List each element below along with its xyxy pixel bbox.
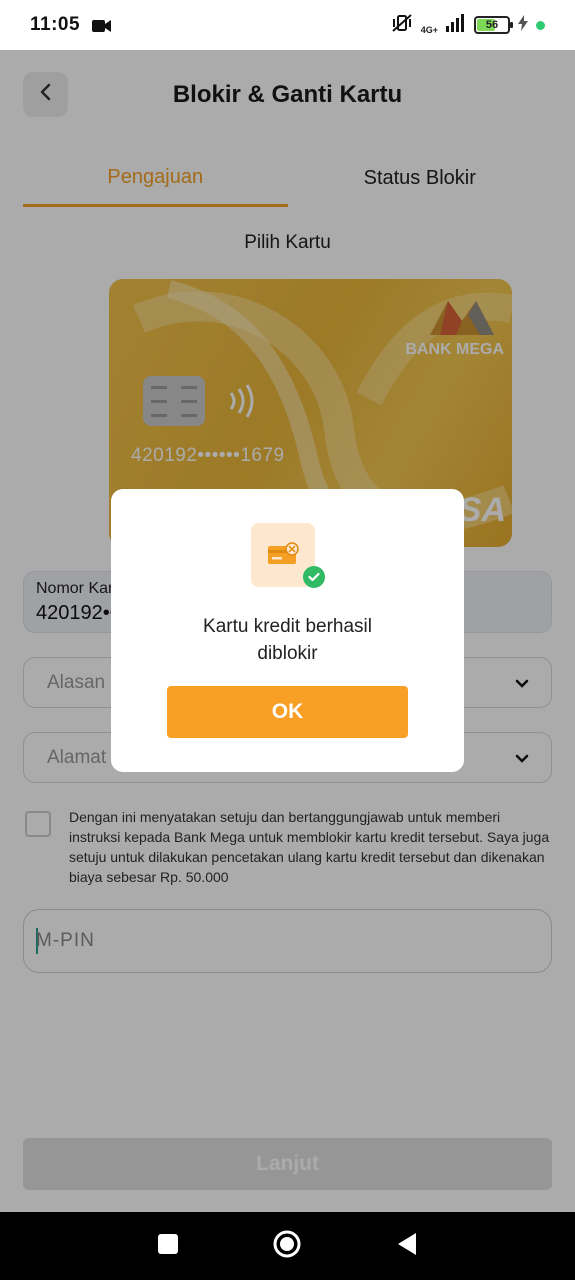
back-nav-button[interactable] [396,1232,418,1261]
recent-apps-button[interactable] [157,1233,179,1260]
ok-button[interactable]: OK [167,686,408,738]
battery-level: 56 [485,19,499,31]
signal-icon [446,13,466,37]
video-camera-icon [92,19,112,32]
battery-icon: 56 [474,16,513,34]
system-nav-bar [0,1212,575,1280]
mute-vibrate-icon [391,13,413,38]
success-dialog: Kartu kredit berhasil diblokir OK [111,489,464,772]
network-type-label: 4G+ [420,24,438,35]
privacy-indicator-dot [536,20,545,30]
success-message: Kartu kredit berhasil diblokir [111,613,464,667]
home-button[interactable] [272,1229,302,1264]
success-check-icon [303,566,325,588]
charging-icon [518,14,528,36]
success-message-line2: diblokir [257,643,318,664]
status-bar: 11:05 4G+ 56 [0,0,575,50]
success-message-line1: Kartu kredit berhasil [203,616,372,637]
clock: 11:05 [30,14,81,35]
